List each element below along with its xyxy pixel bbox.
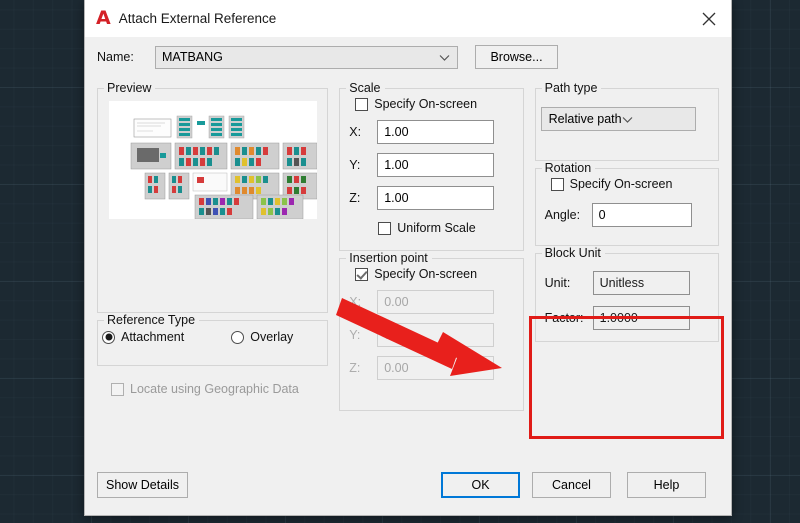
insertion-specify-onscreen-checkbox-icon: [355, 267, 369, 281]
scale-z-value: 1.00: [384, 191, 409, 205]
insertion-y-input: 0.00: [377, 323, 495, 347]
block-unit-unit-row: Unit: Unitless: [536, 271, 718, 295]
preview-thumbnail: [108, 101, 317, 219]
left-column: Preview Reference Type Attachment Overla…: [97, 81, 329, 411]
name-combobox-value: MATBANG: [162, 50, 223, 64]
scale-z-row: Z: 1.00: [340, 186, 522, 210]
scale-y-value: 1.00: [384, 158, 409, 172]
insertion-y-label: Y:: [349, 328, 361, 342]
rotation-angle-label: Angle:: [544, 208, 581, 222]
preview-group: Preview: [97, 81, 329, 313]
path-type-combobox[interactable]: Relative path: [540, 107, 696, 131]
insertion-z-row: Z: 0.00: [340, 356, 522, 380]
close-icon[interactable]: [686, 0, 731, 37]
right-column: Path type Relative path Rotation Specify…: [534, 81, 720, 411]
block-unit-factor-value: 1.0000: [599, 311, 638, 325]
insertion-x-input: 0.00: [377, 290, 495, 314]
rotation-specify-onscreen-label: Specify On-screen: [569, 177, 673, 191]
name-combobox[interactable]: MATBANG: [155, 45, 458, 69]
scale-y-label: Y:: [349, 158, 361, 172]
middle-column: Scale Specify On-screen X: 1.00 Y: 1.00 …: [339, 81, 524, 411]
insertion-x-label: X:: [349, 295, 362, 309]
insertion-x-value: 0.00: [384, 295, 409, 309]
scale-x-input[interactable]: 1.00: [377, 120, 495, 144]
radio-attachment[interactable]: Attachment: [102, 330, 184, 344]
rotation-legend: Rotation: [544, 161, 592, 175]
block-unit-factor-row: Factor: 1.0000: [536, 306, 718, 330]
help-button[interactable]: Help: [627, 472, 706, 498]
radio-attachment-label: Attachment: [121, 330, 185, 344]
insertion-x-row: X: 0.00: [340, 290, 522, 314]
attach-external-reference-dialog: A Attach External Reference Name: MATBAN…: [84, 0, 732, 516]
uniform-scale-label: Uniform Scale: [397, 221, 476, 235]
rotation-angle-input[interactable]: 0: [591, 203, 692, 227]
rotation-group: Rotation Specify On-screen Angle: 0: [534, 161, 720, 246]
radio-overlay-label: Overlay: [250, 330, 294, 344]
dialog-footer: Show Details OK Cancel Help: [85, 459, 731, 515]
block-unit-unit-value-field: Unitless: [592, 271, 690, 295]
scale-group: Scale Specify On-screen X: 1.00 Y: 1.00 …: [339, 81, 524, 251]
radio-attachment-icon: [102, 330, 115, 344]
insertion-z-input: 0.00: [377, 356, 495, 380]
locate-geographic-checkbox-icon: [111, 382, 124, 396]
insertion-point-group: Insertion point Specify On-screen X: 0.0…: [339, 251, 524, 411]
reference-type-options: Attachment Overlay: [98, 327, 327, 344]
scale-specify-onscreen-checkbox[interactable]: Specify On-screen: [340, 97, 522, 111]
block-unit-group: Block Unit Unit: Unitless Factor: 1.0000: [534, 246, 720, 342]
preview-legend: Preview: [107, 81, 152, 95]
block-unit-factor-value-field: 1.0000: [592, 306, 690, 330]
block-unit-legend: Block Unit: [544, 246, 601, 260]
scale-legend: Scale: [349, 81, 381, 95]
scale-specify-onscreen-label: Specify On-screen: [374, 97, 478, 111]
uniform-scale-checkbox[interactable]: Uniform Scale: [340, 221, 522, 235]
rotation-angle-row: Angle: 0: [536, 203, 718, 227]
name-row: Name: MATBANG Browse...: [85, 37, 731, 69]
insertion-specify-onscreen-checkbox[interactable]: Specify On-screen: [340, 267, 522, 281]
path-type-legend: Path type: [544, 81, 598, 95]
path-type-value: Relative path: [548, 112, 622, 126]
path-type-group: Path type Relative path: [534, 81, 720, 161]
dialog-title: Attach External Reference: [118, 11, 277, 26]
rotation-specify-onscreen-checkbox[interactable]: Specify On-screen: [536, 177, 718, 191]
name-label: Name:: [97, 50, 134, 64]
reference-type-group: Reference Type Attachment Overlay: [97, 313, 329, 366]
autocad-a-icon: A: [96, 7, 111, 29]
scale-y-input[interactable]: 1.00: [377, 153, 495, 177]
browse-button[interactable]: Browse...: [475, 45, 558, 69]
scale-x-label: X:: [349, 125, 362, 139]
scale-y-row: Y: 1.00: [340, 153, 522, 177]
scale-x-value: 1.00: [384, 125, 409, 139]
chevron-down-icon: [439, 50, 450, 64]
rotation-angle-value: 0: [598, 208, 606, 222]
uniform-scale-checkbox-icon: [378, 221, 392, 235]
show-details-button[interactable]: Show Details: [97, 472, 188, 498]
radio-overlay[interactable]: Overlay: [231, 330, 293, 344]
scale-x-row: X: 1.00: [340, 120, 522, 144]
block-unit-unit-value: Unitless: [599, 276, 645, 290]
locate-geographic-label: Locate using Geographic Data: [130, 382, 299, 396]
block-unit-factor-label: Factor:: [544, 311, 584, 325]
block-unit-unit-label: Unit:: [544, 276, 571, 290]
insertion-y-row: Y: 0.00: [340, 323, 522, 347]
scale-specify-onscreen-checkbox-icon: [355, 97, 369, 111]
dialog-title-bar: A Attach External Reference: [85, 0, 731, 37]
cancel-button[interactable]: Cancel: [532, 472, 611, 498]
insertion-z-value: 0.00: [384, 361, 409, 375]
ok-button[interactable]: OK: [441, 472, 520, 498]
dialog-body: Preview Reference Type Attachment Overla…: [85, 69, 731, 411]
chevron-down-icon: [622, 112, 633, 126]
scale-z-input[interactable]: 1.00: [377, 186, 495, 210]
locate-geographic-checkbox: Locate using Geographic Data: [97, 382, 328, 396]
insertion-z-label: Z:: [349, 361, 361, 375]
rotation-specify-onscreen-checkbox-icon: [550, 177, 564, 191]
insertion-point-legend: Insertion point: [349, 251, 428, 265]
reference-type-legend: Reference Type: [107, 313, 196, 327]
scale-z-label: Z:: [349, 191, 361, 205]
insertion-specify-onscreen-label: Specify On-screen: [374, 267, 478, 281]
radio-overlay-icon: [231, 330, 245, 344]
insertion-y-value: 0.00: [384, 328, 409, 342]
